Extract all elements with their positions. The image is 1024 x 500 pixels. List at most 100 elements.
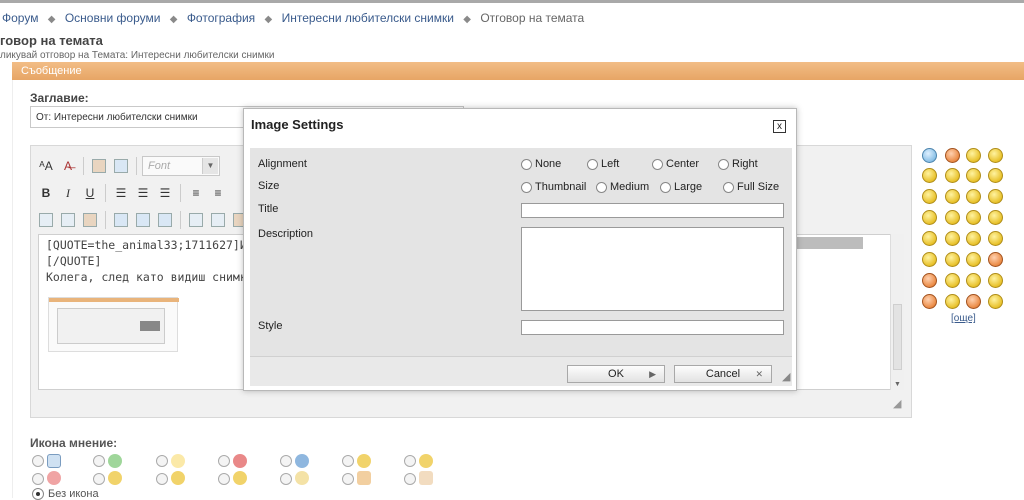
- no-icon-radio[interactable]: [32, 488, 44, 500]
- post-icon-radio[interactable]: [32, 455, 44, 467]
- ordered-list-icon[interactable]: ≡: [186, 183, 206, 203]
- post-icon-radio[interactable]: [93, 473, 105, 485]
- smiley-icon[interactable]: [966, 148, 981, 163]
- smiley-icon[interactable]: [966, 231, 981, 246]
- radio-center[interactable]: [652, 158, 663, 170]
- smiley-icon[interactable]: [945, 210, 960, 225]
- unlink-icon[interactable]: [133, 210, 153, 230]
- radio-full-size[interactable]: [723, 181, 734, 193]
- embedded-image-thumbnail[interactable]: [48, 297, 179, 352]
- smiley-icon[interactable]: [988, 231, 1003, 246]
- undo-icon[interactable]: [36, 210, 56, 230]
- smiley-icon[interactable]: [922, 294, 937, 309]
- alignment-left-option[interactable]: Left: [587, 158, 619, 170]
- more-smilies-link[interactable]: [още]: [951, 313, 976, 324]
- smiley-icon[interactable]: [945, 168, 960, 183]
- radio-right[interactable]: [718, 158, 729, 170]
- post-icon-radio[interactable]: [218, 473, 230, 485]
- smiley-icon[interactable]: [966, 294, 981, 309]
- breadcrumb-amateur-photos[interactable]: Интересни любителски снимки: [282, 11, 454, 25]
- smiley-icon[interactable]: [988, 273, 1003, 288]
- post-icon-radio[interactable]: [156, 455, 168, 467]
- paste-icon[interactable]: [89, 156, 109, 176]
- smiley-icon[interactable]: [988, 189, 1003, 204]
- post-icon-radio[interactable]: [404, 455, 416, 467]
- smiley-icon[interactable]: [922, 231, 937, 246]
- smiley-icon[interactable]: [988, 168, 1003, 183]
- link-icon[interactable]: [111, 210, 131, 230]
- smiley-icon[interactable]: [966, 210, 981, 225]
- font-select[interactable]: Font ▼: [142, 156, 220, 176]
- post-icon-radio[interactable]: [280, 473, 292, 485]
- ok-button[interactable]: OK ▶: [567, 365, 665, 383]
- alignment-center-option[interactable]: Center: [652, 158, 699, 170]
- bold-button[interactable]: B: [36, 183, 56, 203]
- breadcrumb-main-forums[interactable]: Основни форуми: [65, 11, 161, 25]
- smiley-icon[interactable]: [945, 231, 960, 246]
- smiley-icon[interactable]: [922, 273, 937, 288]
- post-icon-radio[interactable]: [32, 473, 44, 485]
- email-link-icon[interactable]: [155, 210, 175, 230]
- smiley-icon[interactable]: [945, 252, 960, 267]
- smiley-icon[interactable]: [988, 210, 1003, 225]
- resize-grip-icon[interactable]: ◢: [893, 397, 905, 410]
- video-icon[interactable]: [208, 210, 228, 230]
- size-full-option[interactable]: Full Size: [723, 181, 779, 193]
- editor-scrollbar[interactable]: ▼: [890, 234, 904, 390]
- smiley-icon[interactable]: [922, 148, 937, 163]
- close-icon[interactable]: x: [773, 120, 786, 133]
- table-icon[interactable]: [80, 210, 100, 230]
- smiley-icon[interactable]: [966, 168, 981, 183]
- unordered-list-icon[interactable]: ≡: [208, 183, 228, 203]
- radio-left[interactable]: [587, 158, 598, 170]
- breadcrumb-forum[interactable]: Форум: [2, 11, 38, 25]
- smiley-icon[interactable]: [945, 294, 960, 309]
- image-style-input[interactable]: [521, 320, 784, 335]
- image-title-input[interactable]: [521, 203, 784, 218]
- post-icon-radio[interactable]: [342, 455, 354, 467]
- redo-icon[interactable]: [58, 210, 78, 230]
- size-large-option[interactable]: Large: [660, 181, 702, 193]
- post-icon-radio[interactable]: [342, 473, 354, 485]
- radio-large[interactable]: [660, 181, 671, 193]
- smiley-icon[interactable]: [988, 252, 1003, 267]
- image-description-textarea[interactable]: [521, 227, 784, 311]
- dialog-resize-grip-icon[interactable]: ◢: [782, 370, 790, 383]
- cancel-button[interactable]: Cancel ✕: [674, 365, 772, 383]
- smiley-icon[interactable]: [922, 252, 937, 267]
- smiley-icon[interactable]: [922, 210, 937, 225]
- align-left-icon[interactable]: ☰: [111, 183, 131, 203]
- smiley-icon[interactable]: [945, 273, 960, 288]
- smiley-icon[interactable]: [988, 294, 1003, 309]
- smiley-icon[interactable]: [922, 168, 937, 183]
- remove-format-icon[interactable]: ᴬA: [36, 156, 56, 176]
- breadcrumb-photography[interactable]: Фотография: [187, 11, 255, 25]
- font-color-icon[interactable]: A̶: [58, 156, 78, 176]
- post-icon-radio[interactable]: [156, 473, 168, 485]
- alignment-none-option[interactable]: None: [521, 158, 561, 170]
- smiley-icon[interactable]: [966, 189, 981, 204]
- post-icon-radio[interactable]: [93, 455, 105, 467]
- smiley-icon[interactable]: [966, 273, 981, 288]
- scroll-down-icon[interactable]: ▼: [894, 381, 901, 388]
- align-right-icon[interactable]: ☰: [155, 183, 175, 203]
- smiley-icon[interactable]: [988, 148, 1003, 163]
- italic-button[interactable]: I: [58, 183, 78, 203]
- size-thumbnail-option[interactable]: Thumbnail: [521, 181, 586, 193]
- smiley-icon[interactable]: [966, 252, 981, 267]
- radio-none[interactable]: [521, 158, 532, 170]
- alignment-right-option[interactable]: Right: [718, 158, 758, 170]
- post-icon-radio[interactable]: [280, 455, 292, 467]
- post-icon-radio[interactable]: [404, 473, 416, 485]
- align-center-icon[interactable]: ☰: [133, 183, 153, 203]
- scrollbar-thumb[interactable]: [893, 304, 902, 370]
- post-icon-radio[interactable]: [218, 455, 230, 467]
- size-medium-option[interactable]: Medium: [596, 181, 649, 193]
- smiley-icon[interactable]: [945, 189, 960, 204]
- radio-medium[interactable]: [596, 181, 607, 193]
- radio-thumbnail[interactable]: [521, 181, 532, 193]
- underline-button[interactable]: U: [80, 183, 100, 203]
- image-icon[interactable]: [186, 210, 206, 230]
- paste-text-icon[interactable]: [111, 156, 131, 176]
- smiley-icon[interactable]: [922, 189, 937, 204]
